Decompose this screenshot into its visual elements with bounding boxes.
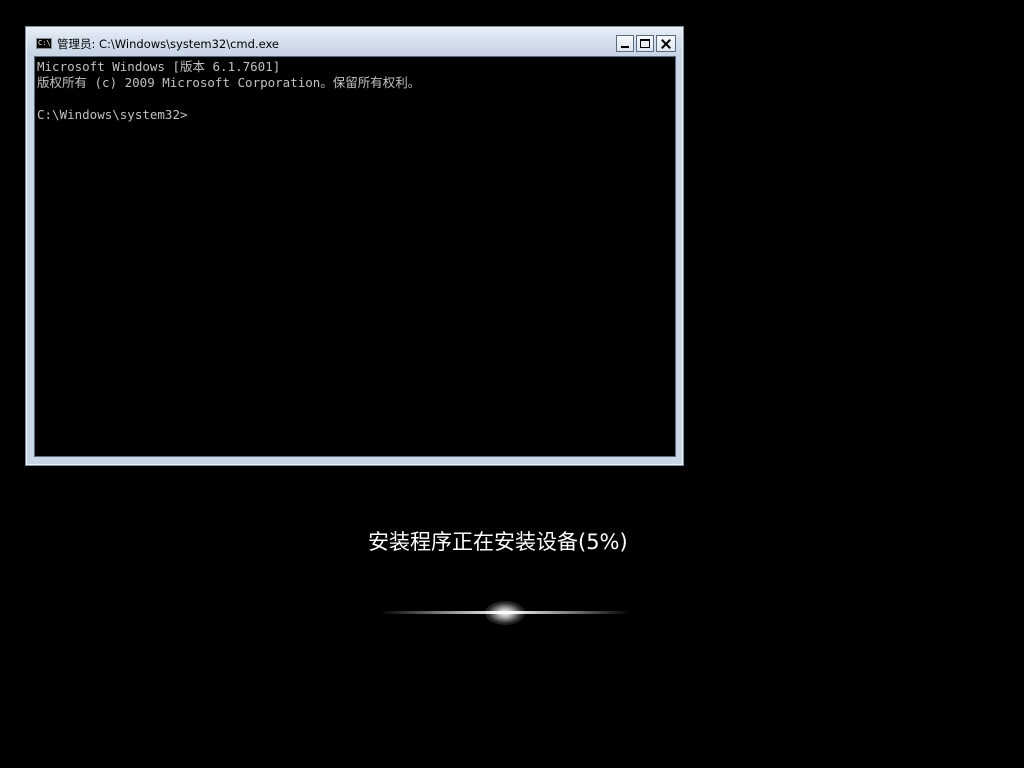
progress-glow-indicator (380, 595, 630, 631)
maximize-button[interactable] (636, 35, 654, 52)
setup-status-text: 安装程序正在安装设备(5%) (368, 530, 628, 554)
desktop-screen: C:\ 管理员: C:\Windows\system32\cmd.exe Mic… (0, 0, 1024, 768)
cmd-window[interactable]: C:\ 管理员: C:\Windows\system32\cmd.exe Mic… (25, 26, 684, 466)
console-prompt: C:\Windows\system32> (37, 107, 188, 122)
console-line: 版权所有 (c) 2009 Microsoft Corporation。保留所有… (37, 75, 421, 90)
close-button[interactable] (656, 35, 676, 52)
glow-core (485, 601, 525, 625)
minimize-button[interactable] (616, 35, 634, 52)
cmd-icon[interactable]: C:\ (36, 38, 52, 49)
window-title: 管理员: C:\Windows\system32\cmd.exe (57, 37, 279, 51)
console-output[interactable]: Microsoft Windows [版本 6.1.7601] 版权所有 (c)… (34, 56, 676, 457)
caption-buttons (616, 35, 676, 53)
window-titlebar[interactable]: C:\ 管理员: C:\Windows\system32\cmd.exe (27, 28, 682, 56)
console-line: Microsoft Windows [版本 6.1.7601] (37, 59, 281, 74)
